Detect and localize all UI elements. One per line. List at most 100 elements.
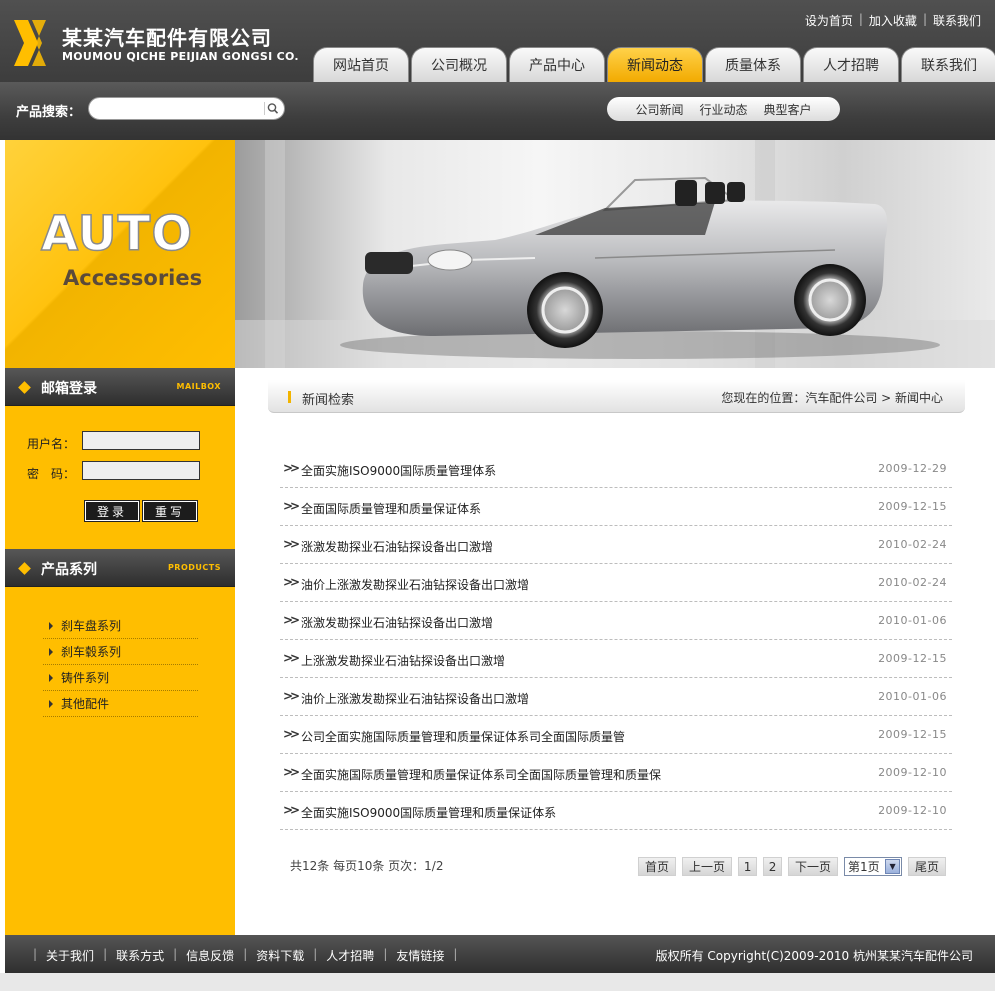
double-chevron-icon: >> — [283, 613, 300, 627]
triangle-right-icon — [49, 621, 53, 630]
products-header: 产品系列 PRODUCTS — [5, 549, 235, 587]
section-title: 新闻检索 — [302, 393, 355, 408]
news-row[interactable]: >> 全面国际质量管理和质量保证体系 2009-12-15 — [280, 488, 952, 526]
nav-tab-contact[interactable]: 联系我们 — [901, 47, 995, 82]
footer-link-friends[interactable]: 友情链接 — [387, 947, 453, 964]
news-title[interactable]: 涨激发勘探业石油钻探设备出口激增 — [301, 538, 493, 555]
double-chevron-icon: >> — [283, 575, 300, 589]
footer-link-jobs[interactable]: 人才招聘 — [317, 947, 383, 964]
nav-tab-news[interactable]: 新闻动态 — [607, 47, 703, 82]
banner-subtitle: Accessories — [63, 266, 203, 290]
subnav-company-news[interactable]: 公司新闻 — [635, 101, 683, 118]
news-title[interactable]: 全面实施ISO9000国际质量管理和质量保证体系 — [301, 804, 556, 821]
logo-mark-icon[interactable] — [14, 20, 50, 66]
page: { "brand": { "name_cn": "某某汽车配件有限公司", "n… — [0, 0, 995, 991]
section-marker — [288, 391, 291, 403]
news-title[interactable]: 全面国际质量管理和质量保证体系 — [301, 500, 481, 517]
products-title: 产品系列 — [41, 562, 97, 578]
news-row[interactable]: >> 全面实施ISO9000国际质量管理和质量保证体系 2009-12-10 — [280, 792, 952, 830]
breadcrumb: 您现在的位置：汽车配件公司 > 新闻中心 — [721, 391, 943, 405]
username-label: 用户名： — [27, 437, 76, 451]
subnav-clients[interactable]: 典型客户 — [764, 101, 812, 118]
nav-tab-products[interactable]: 产品中心 — [509, 47, 605, 82]
news-title[interactable]: 油价上涨激发勘探业石油钻探设备出口激增 — [301, 576, 529, 593]
news-date: 2010-02-24 — [878, 576, 947, 589]
news-title[interactable]: 涨激发勘探业石油钻探设备出口激增 — [301, 614, 493, 631]
news-row[interactable]: >> 全面实施ISO9000国际质量管理体系 2009-12-29 — [280, 450, 952, 488]
product-item-brake-disc[interactable]: 刹车盘系列 — [43, 613, 198, 639]
subnav-industry-news[interactable]: 行业动态 — [699, 101, 747, 118]
nav-tab-quality[interactable]: 质量体系 — [705, 47, 801, 82]
news-row[interactable]: >> 上涨激发勘探业石油钻探设备出口激增 2009-12-15 — [280, 640, 952, 678]
product-item-brake-drum[interactable]: 刹车毂系列 — [43, 639, 198, 665]
banner-car-image — [235, 140, 995, 368]
news-title[interactable]: 全面实施国际质量管理和质量保证体系司全面国际质量管理和质量保 — [301, 766, 661, 783]
footer-link-downloads[interactable]: 资料下载 — [247, 947, 313, 964]
diamond-icon — [18, 562, 31, 575]
footer-link-contact[interactable]: 联系方式 — [107, 947, 173, 964]
banner-left-panel: AUTO Accessories — [5, 140, 235, 368]
search-icon[interactable] — [264, 101, 280, 116]
double-chevron-icon: >> — [283, 461, 300, 475]
news-date: 2009-12-15 — [878, 728, 947, 741]
news-date: 2010-01-06 — [878, 614, 947, 627]
news-list: >> 全面实施ISO9000国际质量管理体系 2009-12-29 >> 全面国际质量… — [280, 450, 952, 830]
password-label: 密 码： — [27, 467, 76, 481]
section-header: 新闻检索 您现在的位置：汽车配件公司 > 新闻中心 — [268, 380, 965, 413]
top-links: 设为首页 | 加入收藏 | 联系我们 — [799, 12, 987, 29]
company-name-cn[interactable]: 某某汽车配件有限公司 — [62, 22, 272, 51]
username-input[interactable] — [82, 431, 200, 450]
product-item-label: 刹车盘系列 — [61, 619, 122, 633]
password-input[interactable] — [82, 461, 200, 480]
mailbox-title-en: MAILBOX — [176, 382, 221, 391]
search-input[interactable] — [88, 97, 285, 120]
next-page-button[interactable]: 下一页 — [788, 857, 839, 876]
triangle-right-icon — [49, 647, 53, 656]
chevron-down-icon[interactable]: ▼ — [885, 859, 901, 874]
page-1-button[interactable]: 1 — [738, 857, 758, 876]
footer-link-feedback[interactable]: 信息反馈 — [177, 947, 243, 964]
first-page-button[interactable]: 首页 — [638, 857, 677, 876]
nav-tab-jobs[interactable]: 人才招聘 — [803, 47, 899, 82]
set-homepage-link[interactable]: 设为首页 — [799, 12, 859, 29]
product-item-label: 铸件系列 — [61, 671, 110, 685]
news-date: 2009-12-10 — [878, 766, 947, 779]
news-title[interactable]: 全面实施ISO9000国际质量管理体系 — [301, 462, 496, 479]
news-date: 2009-12-10 — [878, 804, 947, 817]
product-item-other[interactable]: 其他配件 — [43, 691, 198, 717]
news-row[interactable]: >> 油价上涨激发勘探业石油钻探设备出口激增 2010-01-06 — [280, 678, 952, 716]
main-content: 新闻检索 您现在的位置：汽车配件公司 > 新闻中心 >> 全面实施ISO9000国… — [235, 368, 995, 935]
reset-button[interactable]: 重写 — [142, 500, 198, 522]
news-date: 2009-12-29 — [878, 462, 947, 475]
footer-links: | 关于我们 | 联系方式 | 信息反馈 | 资料下载 | 人才招聘 | 友情链… — [33, 947, 457, 964]
last-page-button[interactable]: 尾页 — [908, 857, 947, 876]
double-chevron-icon: >> — [283, 499, 300, 513]
login-button[interactable]: 登录 — [84, 500, 140, 522]
car-illustration — [235, 140, 995, 368]
double-chevron-icon: >> — [283, 651, 300, 665]
search-label: 产品搜索： — [16, 105, 82, 120]
pager-info: 共12条 每页10条 页次：1/2 — [290, 859, 444, 873]
footer-link-about[interactable]: 关于我们 — [37, 947, 103, 964]
triangle-right-icon — [49, 699, 53, 708]
pagination: 首页 上一页 1 2 下一页 第1页 ▼ 尾页 — [638, 857, 947, 876]
news-row[interactable]: >> 油价上涨激发勘探业石油钻探设备出口激增 2010-02-24 — [280, 564, 952, 602]
contact-us-link[interactable]: 联系我们 — [927, 12, 987, 29]
nav-tab-home[interactable]: 网站首页 — [313, 47, 409, 82]
news-row[interactable]: >> 公司全面实施国际质量管理和质量保证体系司全面国际质量管 2009-12-15 — [280, 716, 952, 754]
page-2-button[interactable]: 2 — [763, 857, 783, 876]
news-title[interactable]: 上涨激发勘探业石油钻探设备出口激增 — [301, 652, 505, 669]
news-row[interactable]: >> 涨激发勘探业石油钻探设备出口激增 2010-02-24 — [280, 526, 952, 564]
news-title[interactable]: 公司全面实施国际质量管理和质量保证体系司全面国际质量管 — [301, 728, 625, 745]
nav-tab-about[interactable]: 公司概况 — [411, 47, 507, 82]
sub-nav: 公司新闻 行业动态 典型客户 — [607, 97, 840, 121]
news-row[interactable]: >> 全面实施国际质量管理和质量保证体系司全面国际质量管理和质量保 2009-12-… — [280, 754, 952, 792]
add-favorite-link[interactable]: 加入收藏 — [863, 12, 923, 29]
product-item-castings[interactable]: 铸件系列 — [43, 665, 198, 691]
news-date: 2010-01-06 — [878, 690, 947, 703]
news-row[interactable]: >> 涨激发勘探业石油钻探设备出口激增 2010-01-06 — [280, 602, 952, 640]
news-date: 2009-12-15 — [878, 652, 947, 665]
page-select[interactable]: 第1页 ▼ — [844, 857, 903, 876]
prev-page-button[interactable]: 上一页 — [682, 857, 733, 876]
news-title[interactable]: 油价上涨激发勘探业石油钻探设备出口激增 — [301, 690, 529, 707]
